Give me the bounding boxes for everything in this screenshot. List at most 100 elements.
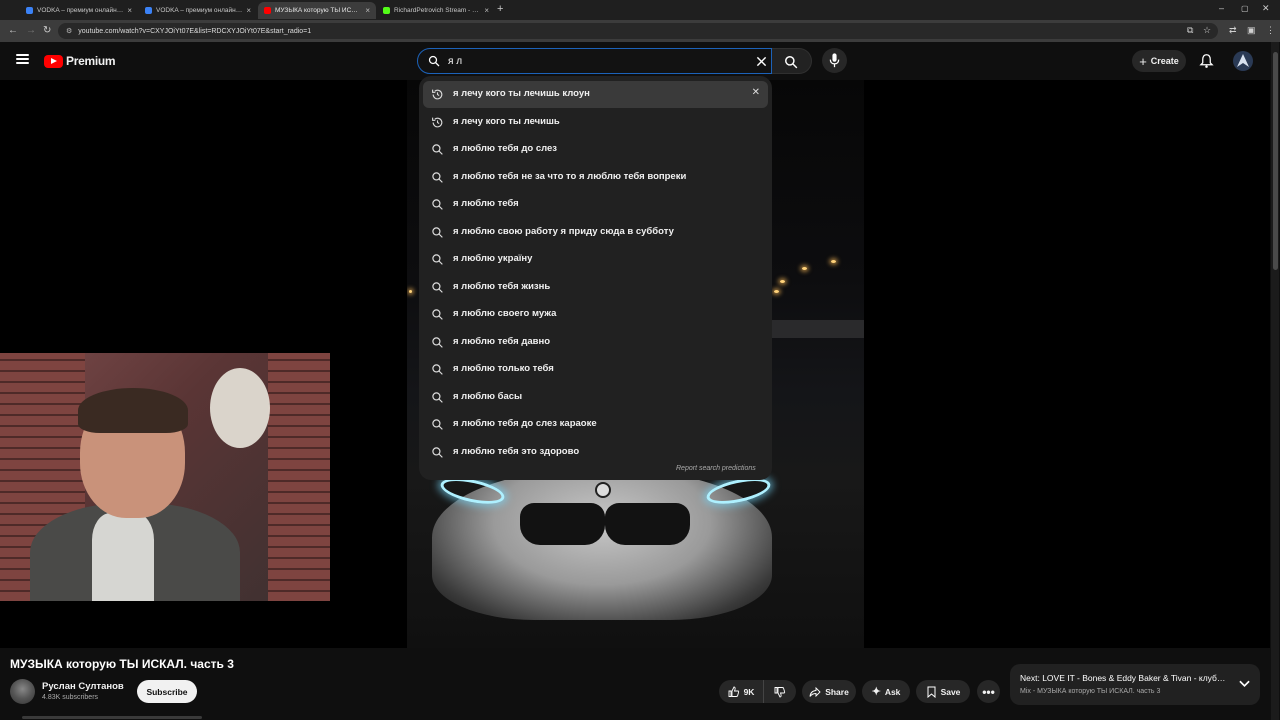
channel-avatar[interactable] xyxy=(10,679,35,704)
suggestion-text: я люблю басы xyxy=(453,390,523,402)
new-tab-icon[interactable]: + xyxy=(497,3,503,15)
more-actions-button[interactable]: ••• xyxy=(977,680,1000,703)
search-suggestion-item[interactable]: я лечу кого ты лечишь клоун ✕ xyxy=(423,81,768,108)
suggestion-text: я люблю только тебя xyxy=(453,363,554,374)
window-close-icon[interactable]: ✕ xyxy=(1262,3,1270,14)
extensions-icon[interactable]: ⇄ xyxy=(1229,25,1237,36)
search-suggestion-item[interactable]: я люблю своего мужа xyxy=(419,301,772,328)
maximize-icon[interactable]: ▢ xyxy=(1241,4,1249,13)
dislike-button[interactable] xyxy=(763,680,796,703)
bookmark-star-icon[interactable]: ☆ xyxy=(1203,25,1211,36)
search-suggestion-item[interactable]: я люблю басы xyxy=(419,384,772,411)
create-button[interactable]: + Create xyxy=(1132,50,1186,72)
search-icon xyxy=(432,336,443,348)
account-avatar[interactable] xyxy=(1233,51,1253,71)
search-suggestion-item[interactable]: я люблю только тебя xyxy=(419,356,772,383)
tab-favicon-icon xyxy=(145,7,152,14)
search-suggestion-item[interactable]: я люблю украïну xyxy=(419,246,772,273)
save-label: Save xyxy=(940,686,961,697)
like-button[interactable]: 9K xyxy=(719,680,763,703)
ask-button[interactable]: ✦ Ask xyxy=(862,680,910,703)
tab-title: RichardPetrovich Stream - Wat xyxy=(394,7,481,14)
search-icon xyxy=(432,419,443,430)
address-bar[interactable]: ⚙ youtube.com/watch?v=CXYJOiYt07E&list=R… xyxy=(58,23,1218,39)
site-info-icon[interactable]: ⚙ xyxy=(66,27,72,35)
more-horizontal-icon: ••• xyxy=(982,684,995,699)
suggestion-text: я люблю тебя до слез караоке xyxy=(453,418,597,429)
search-icon xyxy=(432,446,443,458)
search-icon xyxy=(432,254,443,265)
search-suggestion-item[interactable]: я люблю тебя это здорово xyxy=(419,439,772,466)
chevron-down-icon[interactable] xyxy=(1239,680,1250,688)
minimize-icon[interactable]: – xyxy=(1219,3,1224,13)
history-icon xyxy=(432,117,443,127)
next-video-card[interactable] xyxy=(1010,664,1260,705)
street-light xyxy=(780,280,785,283)
search-button[interactable] xyxy=(772,48,812,74)
suggestion-text: я люблю тебя не за что то я люблю тебя в… xyxy=(453,170,687,182)
sparkle-icon: ✦ xyxy=(871,686,881,698)
close-tab-icon[interactable]: × xyxy=(484,6,489,15)
search-suggestion-item[interactable]: я люблю тебя жизнь xyxy=(419,274,772,301)
browser-tab[interactable]: VODKA – премиум онлайн-ка × xyxy=(139,2,257,19)
avatar-emblem-icon xyxy=(1237,54,1249,67)
remove-suggestion-icon[interactable]: ✕ xyxy=(752,87,760,98)
share-button[interactable]: Share xyxy=(802,680,856,703)
search-icon xyxy=(432,171,443,183)
search-box[interactable] xyxy=(417,48,772,74)
search-suggestion-item[interactable]: я люблю тебя не за что то я люблю тебя в… xyxy=(419,164,772,191)
reload-icon[interactable]: ↻ xyxy=(43,25,51,36)
search-suggestion-item[interactable]: я люблю тебя до слез xyxy=(419,136,772,163)
scrollbar-thumb[interactable] xyxy=(1273,52,1278,270)
ask-label: Ask xyxy=(884,686,901,697)
like-count: 9K xyxy=(743,686,755,697)
tab-title: МУЗЫКА которую ТЫ ИСКАЛ. xyxy=(275,7,362,14)
close-tab-icon[interactable]: × xyxy=(246,6,251,15)
street-light xyxy=(409,290,412,293)
report-search-predictions-link[interactable]: Report search predictions xyxy=(676,465,756,472)
channel-name[interactable]: Руслан Султанов xyxy=(42,681,124,692)
thumbs-down-icon xyxy=(774,686,786,697)
search-icon xyxy=(432,281,443,293)
guitar xyxy=(210,368,270,448)
clear-search-icon[interactable] xyxy=(756,56,767,67)
car-badge-icon xyxy=(595,482,611,498)
search-suggestion-item[interactable]: я люблю свою работу я приду сюда в суббо… xyxy=(419,219,772,246)
browser-tab-active[interactable]: МУЗЫКА которую ТЫ ИСКАЛ. × xyxy=(258,2,376,19)
search-suggestion-item[interactable]: я люблю тебя до слез караоке xyxy=(419,411,772,438)
notifications-bell-icon[interactable] xyxy=(1199,53,1214,69)
share-icon xyxy=(809,686,821,697)
back-icon[interactable]: ← xyxy=(8,25,18,36)
install-app-icon[interactable]: ⧉ xyxy=(1187,25,1193,36)
youtube-logo-icon[interactable] xyxy=(44,55,63,68)
search-icon xyxy=(432,226,443,238)
subscribe-button[interactable]: Subscribe xyxy=(137,680,197,703)
close-tab-icon[interactable]: × xyxy=(127,6,132,15)
close-tab-icon[interactable]: × xyxy=(365,6,370,15)
browser-tab[interactable]: RichardPetrovich Stream - Wat × xyxy=(377,2,495,19)
search-suggestion-item[interactable]: я лечу кого ты лечишь xyxy=(419,109,772,136)
search-icon xyxy=(432,391,443,403)
hamburger-menu-icon[interactable] xyxy=(16,54,29,64)
streamer-shirt xyxy=(92,513,154,601)
suggestion-text: я лечу кого ты лечишь клоун xyxy=(453,88,590,99)
suggestion-text: я люблю тебя xyxy=(453,198,519,209)
search-suggestion-item[interactable]: я люблю тебя xyxy=(419,191,772,218)
youtube-premium-brand[interactable]: Premium xyxy=(66,54,116,68)
forward-icon[interactable]: → xyxy=(26,25,36,36)
voice-search-button[interactable] xyxy=(822,48,847,73)
save-button[interactable]: Save xyxy=(916,680,970,703)
next-video-title: Next: LOVE IT - Bones & Eddy Baker & Tiv… xyxy=(1020,673,1228,683)
streamer-hair xyxy=(78,388,188,433)
street-light xyxy=(774,290,779,293)
browser-menu-icon[interactable]: ⋮ xyxy=(1266,25,1275,36)
suggestion-text: я лечу кого ты лечишь xyxy=(453,115,560,127)
profile-icon[interactable]: ▣ xyxy=(1247,25,1256,36)
next-video-playlist: Mix - МУЗЫКА которую ТЫ ИСКАЛ. часть 3 xyxy=(1020,688,1161,695)
thumbs-up-icon xyxy=(728,686,739,697)
search-suggestion-item[interactable]: я люблю тебя давно xyxy=(419,329,772,356)
kick-favicon-icon xyxy=(383,7,390,14)
search-input[interactable] xyxy=(448,54,738,68)
brick-wall xyxy=(268,353,330,601)
browser-tab[interactable]: VODKA – премиум онлайн-ка × xyxy=(20,2,138,19)
